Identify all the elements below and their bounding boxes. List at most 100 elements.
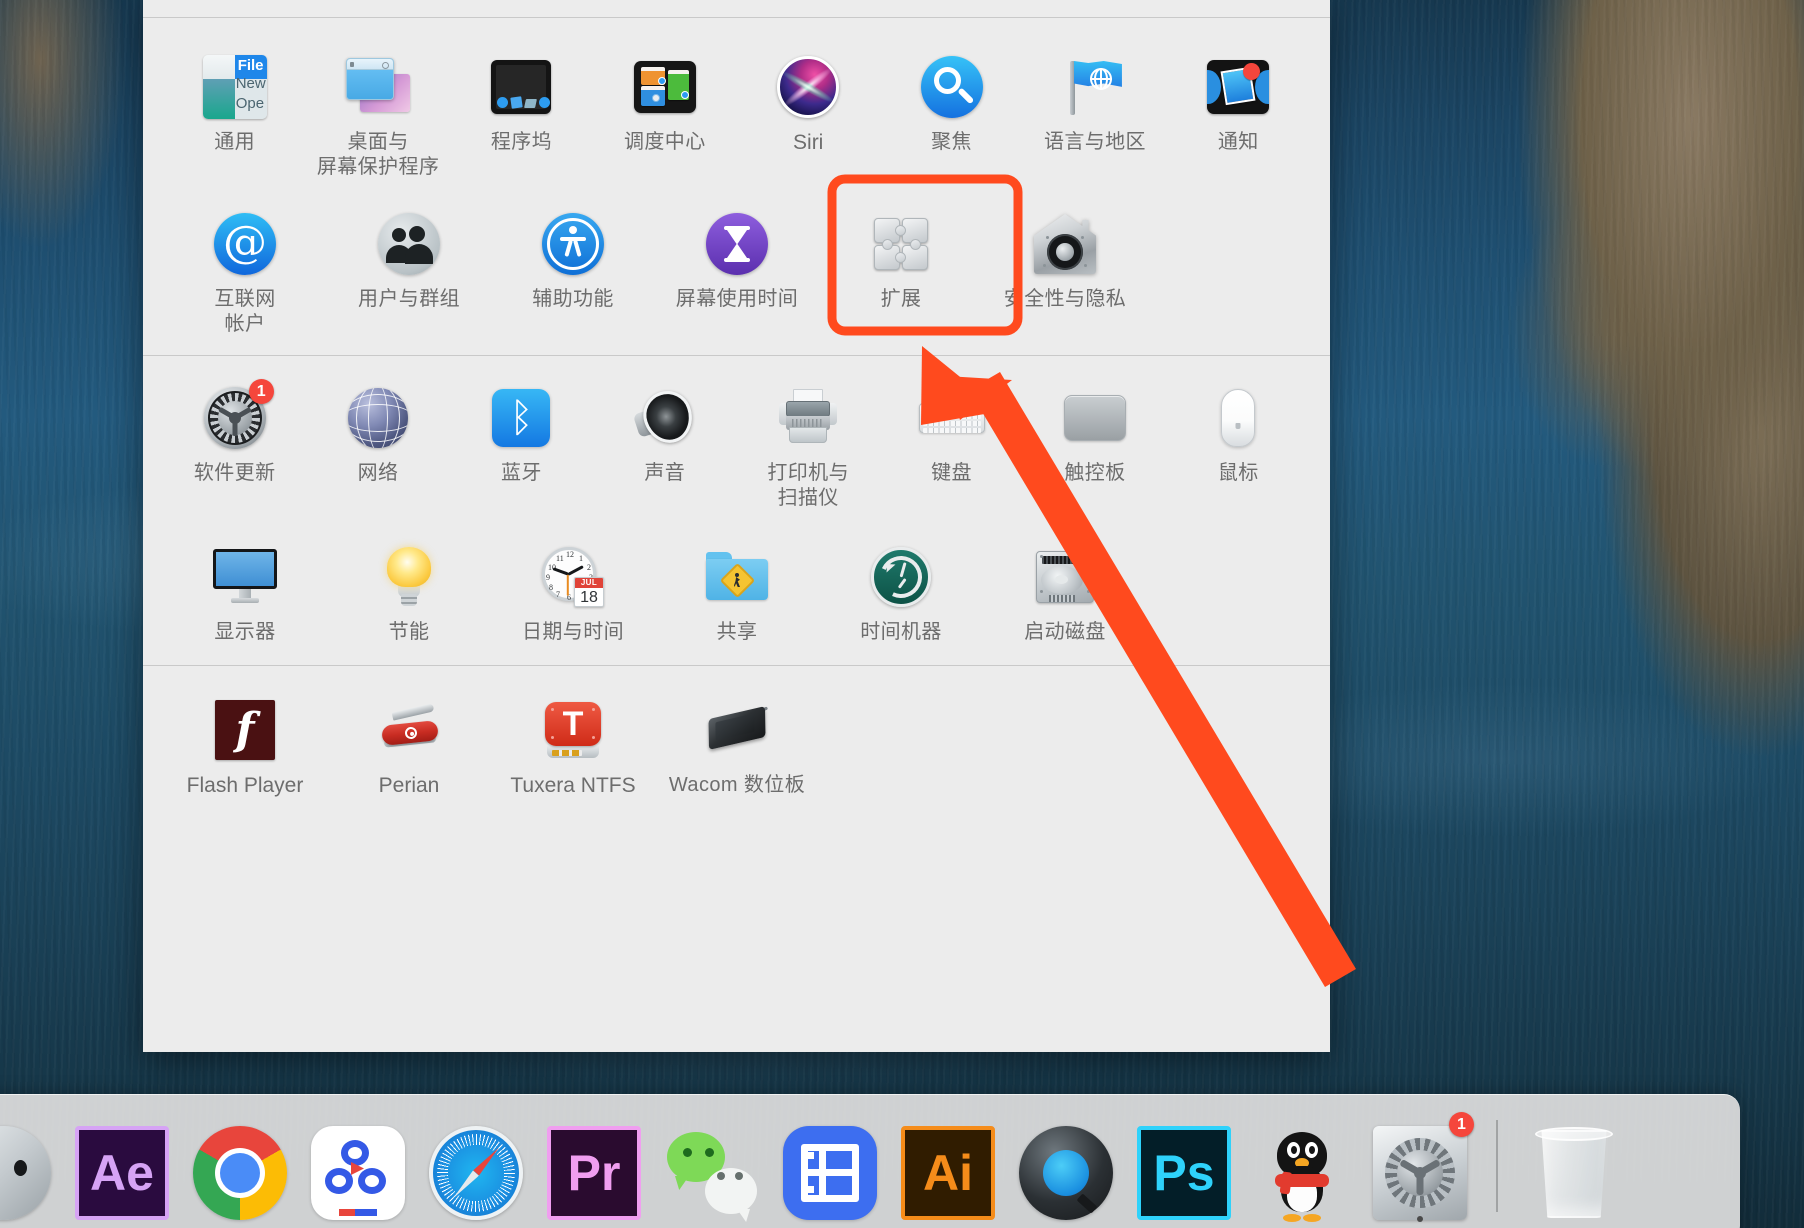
pane-label: 屏幕使用时间 [675, 288, 799, 310]
pane-screen-time[interactable]: 屏幕使用时间 [655, 192, 819, 316]
pane-accessibility[interactable]: 辅助功能 [491, 192, 655, 316]
pane-label: 蓝牙 [501, 462, 542, 484]
pane-network[interactable]: 网络 [306, 366, 449, 490]
pane-tuxera-ntfs[interactable]: T Tuxera NTFS [491, 678, 655, 802]
calendar-month: JUL [575, 578, 603, 588]
dock-item-google-chrome[interactable] [188, 1116, 292, 1220]
pane-sound[interactable]: 声音 [593, 366, 736, 490]
energy-saver-icon [373, 541, 445, 613]
siri-icon [772, 51, 844, 123]
clock-num-11: 11 [556, 554, 564, 563]
dock-item-iqiyi[interactable] [778, 1116, 882, 1220]
pane-keyboard[interactable]: 键盘 [880, 366, 1023, 490]
system-preferences-window[interactable]: File New Ope 通用 桌面与 屏幕保护程序 程序坞 调度中心 Siri… [143, 0, 1330, 1052]
chrome-icon [193, 1126, 287, 1220]
dock-item-wechat[interactable] [660, 1116, 764, 1220]
pane-wacom-tablet[interactable]: Wacom 数位板 [655, 678, 819, 802]
preferences-section-hardware: 1 软件更新 网络 ᛒ 蓝牙 声音 打印机与 扫描仪 键盘 触控板 鼠标 显示器… [143, 356, 1330, 665]
pane-users-groups[interactable]: 用户与群组 [327, 192, 491, 316]
system-preferences-badge: 1 [1449, 1112, 1474, 1137]
dock-item-trash[interactable] [1522, 1116, 1626, 1220]
quicktime-icon [1019, 1126, 1113, 1220]
pane-printers-scanners[interactable]: 打印机与 扫描仪 [737, 366, 880, 515]
pane-flash-player[interactable]: f Flash Player [163, 678, 327, 802]
pane-spotlight[interactable]: 聚焦 [880, 35, 1023, 159]
pane-label: 通知 [1217, 131, 1259, 153]
iqiyi-icon [783, 1126, 877, 1220]
clock-num-2: 2 [587, 563, 591, 572]
dock-item-finder[interactable] [0, 1116, 56, 1220]
trackpad-icon [1059, 382, 1131, 454]
pane-trackpad[interactable]: 触控板 [1023, 366, 1166, 490]
bluetooth-glyph: ᛒ [509, 396, 534, 440]
pane-security-privacy[interactable]: 安全性与隐私 [983, 192, 1147, 316]
pane-label: 共享 [716, 621, 758, 643]
pane-language-region[interactable]: 语言与地区 [1023, 35, 1166, 159]
sound-icon [629, 382, 701, 454]
pane-extensions[interactable]: 扩展 [819, 192, 983, 316]
pane-notifications[interactable]: 通知 [1167, 35, 1310, 159]
screen-time-icon [701, 208, 773, 280]
pane-label: Wacom 数位板 [668, 774, 806, 796]
qq-icon [1255, 1126, 1349, 1222]
dock[interactable]: Ae Pr Ai Ps 1 [0, 1090, 1804, 1228]
pane-label: 桌面与 屏幕保护程序 [316, 131, 440, 178]
dock-item-system-preferences[interactable]: 1 [1368, 1112, 1474, 1222]
finder-icon [0, 1126, 51, 1220]
baidu-netdisk-icon [311, 1126, 405, 1220]
pane-mission-control[interactable]: 调度中心 [593, 35, 736, 159]
extensions-icon [865, 208, 937, 280]
pane-label: 软件更新 [193, 462, 276, 484]
general-icon-text-new: New [235, 75, 266, 92]
pane-label: 声音 [644, 462, 686, 484]
pane-label: Tuxera NTFS [510, 774, 636, 797]
tuxera-glyph: T [562, 705, 584, 743]
flash-player-icon: f [209, 694, 281, 766]
dock-item-qq[interactable] [1250, 1116, 1354, 1222]
sharing-icon [701, 541, 773, 613]
pane-label: 通用 [214, 131, 256, 153]
accessibility-icon [537, 208, 609, 280]
pane-date-time[interactable]: 12 1 2 3 4 5 6 7 8 9 10 11 J [491, 525, 655, 649]
pane-label: 互联网 帐户 [214, 288, 276, 335]
software-update-icon: 1 [199, 379, 274, 454]
dock-item-quicktime[interactable] [1014, 1116, 1118, 1220]
pane-label: 键盘 [931, 462, 972, 484]
pane-label: 启动磁盘 [1024, 621, 1106, 643]
pane-label: 网络 [357, 462, 399, 484]
dock-item-photoshop[interactable]: Ps [1132, 1116, 1236, 1220]
dock-icon [485, 51, 557, 123]
pane-mouse[interactable]: 鼠标 [1167, 366, 1310, 490]
pane-label: 程序坞 [490, 131, 553, 153]
dock-item-safari[interactable] [424, 1116, 528, 1220]
pane-time-machine[interactable]: 时间机器 [819, 525, 983, 649]
pane-sharing[interactable]: 共享 [655, 525, 819, 649]
pane-displays[interactable]: 显示器 [163, 525, 327, 649]
pane-bluetooth[interactable]: ᛒ 蓝牙 [450, 366, 593, 490]
pane-dock[interactable]: 程序坞 [450, 35, 593, 159]
dock-item-premiere-pro[interactable]: Pr [542, 1116, 646, 1220]
pane-software-update[interactable]: 1 软件更新 [163, 366, 306, 490]
pane-perian[interactable]: Perian [327, 678, 491, 802]
pane-startup-disk[interactable]: 启动磁盘 [983, 525, 1147, 649]
dock-item-illustrator[interactable]: Ai [896, 1116, 1000, 1220]
after-effects-icon: Ae [75, 1126, 169, 1220]
dock-item-after-effects[interactable]: Ae [70, 1116, 174, 1220]
internet-accounts-icon: @ [209, 208, 281, 280]
pane-internet-accounts[interactable]: @ 互联网 帐户 [163, 192, 327, 341]
pane-label: 调度中心 [624, 131, 706, 153]
pane-energy-saver[interactable]: 节能 [327, 525, 491, 649]
pane-general[interactable]: File New Ope 通用 [163, 35, 306, 159]
pane-row: 1 软件更新 网络 ᛒ 蓝牙 声音 打印机与 扫描仪 键盘 触控板 鼠标 [163, 366, 1310, 515]
general-icon-text-open: Ope [235, 95, 265, 112]
safari-icon [429, 1126, 523, 1220]
photoshop-label: Ps [1153, 1145, 1215, 1201]
dock-item-baidu-netdisk[interactable] [306, 1116, 410, 1220]
pane-label: Perian [378, 774, 440, 797]
time-machine-icon [865, 541, 937, 613]
pane-label: Flash Player [186, 774, 304, 797]
pane-desktop-screensaver[interactable]: 桌面与 屏幕保护程序 [306, 35, 449, 184]
date-time-icon: 12 1 2 3 4 5 6 7 8 9 10 11 J [537, 541, 609, 613]
pane-siri[interactable]: Siri [737, 35, 880, 159]
users-groups-icon [373, 208, 445, 280]
